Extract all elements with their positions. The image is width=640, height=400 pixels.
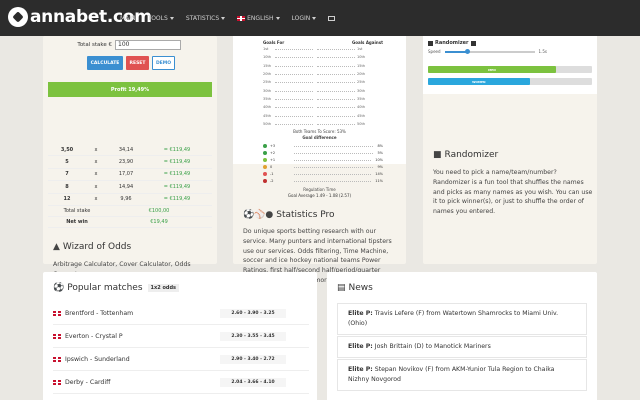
soccer-ball-icon: ⚽ [53, 283, 65, 293]
table-row: 12 x 9,96 = €119,49 [48, 194, 212, 206]
wizard-hat-icon: ▲ [53, 242, 60, 252]
list-item[interactable]: Derby - Cardiff 2.04 - 3.66 - 4.10 [53, 372, 309, 394]
goals-chart: Goals For Goals Against 1st 1st 10th 10th 15t… [263, 40, 383, 128]
main-menu: MAIN TOOLS STATISTICS ENGLISH LOGIN [120, 0, 347, 36]
uk-flag-icon [53, 357, 61, 362]
soccer-ball-icon [8, 7, 28, 27]
popular-title: ⚽ Popular matches 1x2 odds [53, 283, 180, 293]
mail-icon [328, 15, 336, 21]
chevron-down-icon [221, 16, 226, 20]
randomizer-title[interactable]: ■ Randomizer [433, 150, 498, 160]
diff-row: -2 11% [263, 177, 383, 184]
stat-row: 1st 1st [263, 47, 363, 52]
reset-button[interactable]: RESET [126, 56, 149, 70]
uk-flag-icon [53, 311, 61, 316]
odds-table: 3,50 x 34,14 = €119,49 5 x 23,90 = €119,49 7x1… [48, 144, 212, 228]
stats-preview: Goals For Goals Against 1st 1st 10th 10th 15t… [233, 36, 406, 183]
speed-slider[interactable] [444, 48, 535, 54]
table-row: 7 x 17,07 = €119,49 [48, 169, 212, 182]
profit-banner: Profit 19,49% [48, 82, 212, 97]
goal-diff-label: Goal difference [302, 135, 337, 140]
menu-tools[interactable]: TOOLS [148, 15, 174, 22]
diff-row: +1 10% [263, 156, 383, 163]
speed-row: Speed 1.5s [428, 48, 547, 54]
stat-row: 40th 40th [263, 105, 366, 110]
goals-for-label: Goals For [263, 40, 285, 45]
square-icon [470, 40, 476, 46]
randomizer-card: Randomizer Speed 1.5s MEN WOMEN ■ Random… [423, 36, 597, 264]
diff-row: 0 9% [263, 163, 383, 170]
diff-row: -1 14% [263, 170, 383, 177]
newspaper-icon: ▤ [337, 283, 346, 293]
odds-badge: 1x2 odds [147, 284, 180, 292]
mail-button[interactable] [328, 15, 336, 21]
diff-row: +2 5% [263, 149, 383, 156]
wizard-card: Total stake € 100 CALCULATE RESET DEMO P… [43, 36, 217, 278]
stats-title[interactable]: ⚽⚾● Statistics Pro [243, 210, 335, 220]
stat-row: 20th 20th [263, 72, 366, 77]
shuffle-icon: ■ [433, 150, 442, 160]
stat-row: 15th 15th [263, 63, 366, 68]
randomizer-header: Randomizer [428, 40, 476, 46]
table-row: 5 x 23,90 = €119,49 [48, 156, 212, 169]
stat-row: 45th 45th [263, 113, 366, 118]
calculate-button[interactable]: CALCULATE [87, 56, 123, 70]
stat-row: 10th 10th [263, 55, 366, 60]
uk-flag-icon [237, 15, 246, 21]
randomizer-preview: Randomizer Speed 1.5s MEN WOMEN [423, 36, 597, 94]
regulation-label: Regulation Time [303, 187, 336, 192]
news-item[interactable]: Elite P: Travis Lefere (F) from Watertow… [337, 303, 587, 335]
shuffle-icon [428, 40, 433, 46]
goal-average: Goal Average 1.49 - 1.08 (2.57) [287, 193, 352, 198]
stat-row: 35th 35th [263, 96, 366, 101]
news-item[interactable]: Elite P: Stepan Novikov (F) from AKM-Yun… [337, 359, 587, 391]
chevron-down-icon [312, 16, 317, 20]
popular-matches-card: ⚽ Popular matches 1x2 odds Brentford - T… [43, 272, 317, 400]
menu-main[interactable]: MAIN [120, 15, 136, 22]
menu-language[interactable]: ENGLISH [237, 15, 280, 22]
list-item[interactable]: Everton - Crystal P 2.30 - 3.55 - 3.45 [53, 326, 309, 348]
sports-balls-icon: ⚽⚾● [243, 210, 274, 220]
diff-row: +3 8% [263, 142, 383, 149]
news-item[interactable]: Elite P: Josh Brittain (D) to Manotick M… [337, 336, 587, 358]
table-row: 8 x 14,94 = €119,49 [48, 181, 212, 194]
progress-bar-women: WOMEN [428, 78, 592, 85]
calculator-buttons: CALCULATE RESET DEMO [87, 56, 178, 70]
progress-bar-men: MEN [428, 66, 592, 73]
chevron-down-icon [169, 16, 174, 20]
stake-input[interactable]: 100 [115, 40, 181, 50]
stats-card: Goals For Goals Against 1st 1st 10th 10th 15t… [233, 36, 406, 284]
stat-row: 50th 50th [263, 121, 366, 126]
list-item[interactable]: Brentford - Tottenham 2.60 - 3.90 - 3.25 [53, 303, 309, 325]
wizard-title[interactable]: ▲ Wizard of Odds [53, 242, 131, 252]
demo-button[interactable]: DEMO [152, 56, 175, 70]
stake-label: Total stake € [77, 42, 112, 48]
menu-login[interactable]: LOGIN [292, 15, 317, 22]
menu-statistics[interactable]: STATISTICS [186, 15, 226, 22]
top-navbar: annabet.com MAIN TOOLS STATISTICS ENGLIS… [0, 0, 640, 36]
news-card: ▤ News Elite P: Travis Lefere (F) from W… [327, 272, 597, 400]
stat-row: 30th 30th [263, 88, 366, 93]
stake-row: Total stake € 100 [49, 40, 211, 50]
total-stake-row: Total stake €100,00 [48, 206, 212, 217]
btts-text: Both Teams To Score: 53% [293, 129, 346, 134]
list-item[interactable]: Ipswich - Sunderland 2.90 - 3.40 - 2.72 [53, 349, 309, 371]
uk-flag-icon [53, 334, 61, 339]
uk-flag-icon [53, 380, 61, 385]
chevron-down-icon [275, 16, 280, 20]
goals-against-label: Goals Against [351, 40, 383, 45]
table-row: 3,50 x 34,14 = €119,49 [48, 144, 212, 157]
news-title: ▤ News [337, 283, 373, 293]
stat-row: 25th 25th [263, 80, 366, 85]
net-win-row: Net win €19,49 [48, 217, 212, 228]
randomizer-desc: You need to pick a name/team/number? Ran… [433, 169, 593, 216]
